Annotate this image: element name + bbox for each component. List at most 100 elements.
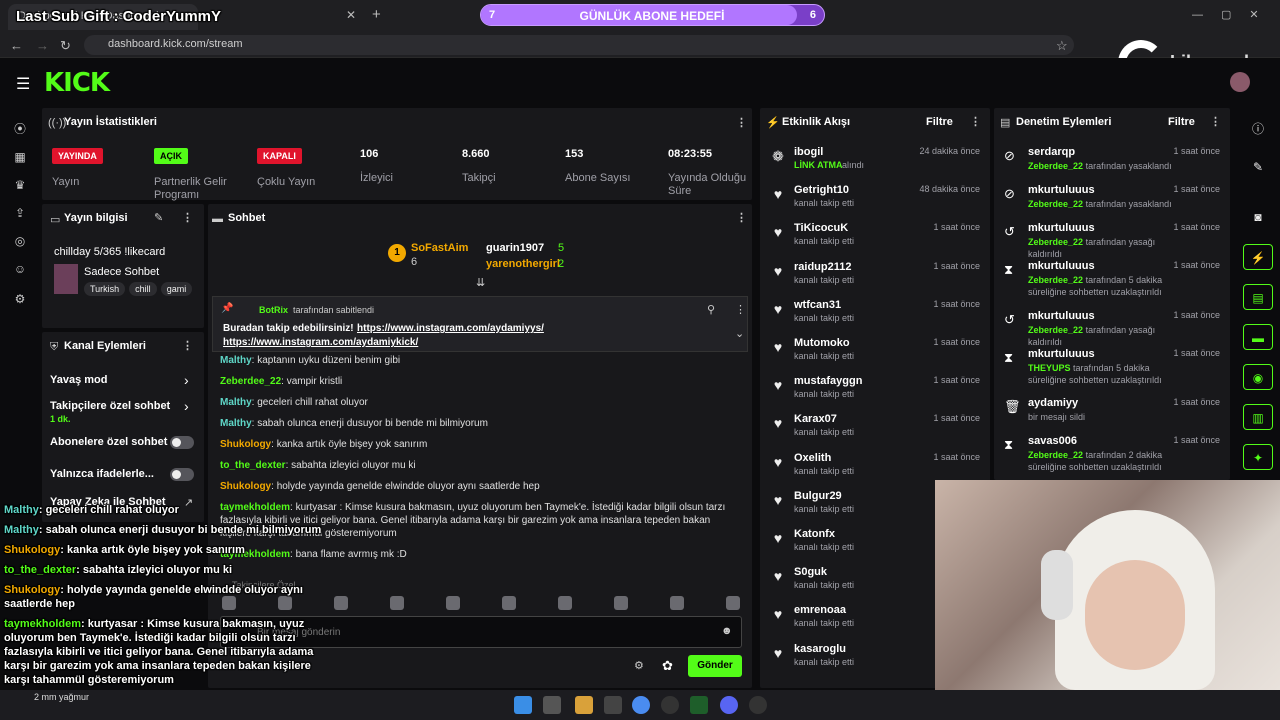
leader-name[interactable]: guarin1907 [486, 242, 544, 254]
chat-username[interactable]: Malthy [220, 418, 252, 429]
activity-username[interactable]: Mutomoko [794, 337, 850, 349]
emote-icon[interactable] [390, 596, 404, 610]
activity-username[interactable]: Getright10 [794, 184, 849, 196]
chat-username[interactable]: Malthy [220, 397, 252, 408]
toggle-switch[interactable] [170, 436, 194, 449]
activity-username[interactable]: Bulgur29 [794, 490, 842, 502]
bookmark-star-icon[interactable]: ☆ [1056, 38, 1068, 54]
notes-icon[interactable]: ▤ [1243, 284, 1273, 310]
moderated-username[interactable]: savas006 [1028, 435, 1077, 447]
hamburger-menu-icon[interactable]: ☰ [16, 74, 30, 94]
target-icon[interactable]: ◎ [12, 234, 28, 250]
new-tab-button[interactable]: + [372, 6, 381, 23]
chat-settings-icon[interactable]: ⚙ [634, 659, 644, 672]
moderated-username[interactable]: mkurtuluuus [1028, 260, 1095, 272]
app3-icon[interactable] [749, 696, 767, 714]
channel-action-label[interactable]: Yalnızca ifadelerle... [50, 468, 154, 480]
tab-close-icon[interactable]: ✕ [346, 8, 356, 22]
pinned-more-icon[interactable]: ⋮ [735, 303, 746, 316]
user-avatar[interactable] [1230, 72, 1250, 92]
activity-username[interactable]: ibogil [794, 146, 823, 158]
trophy-icon[interactable]: ♛ [12, 178, 28, 194]
pinned-link[interactable]: https://www.instagram.com/aydamiyys/ [357, 323, 544, 334]
moderated-username[interactable]: mkurtuluuus [1028, 222, 1095, 234]
moderated-username[interactable]: aydamiyy [1028, 397, 1078, 409]
activity-username[interactable]: mustafayggn [794, 375, 862, 387]
moderator-name[interactable]: Zeberdee_22 [1028, 161, 1083, 171]
start-icon[interactable] [514, 696, 532, 714]
window-controls[interactable]: —▢✕ [1192, 8, 1277, 21]
gift-icon[interactable]: ✿ [662, 658, 673, 674]
chat-username[interactable]: to_the_dexter [220, 460, 286, 471]
stats-more-icon[interactable]: ⋮ [736, 116, 747, 129]
kick-icon[interactable] [690, 696, 708, 714]
activity-username[interactable]: raidup2112 [794, 261, 851, 273]
activity-username[interactable]: Karax07 [794, 413, 837, 425]
chat-bubble-icon[interactable]: ▬ [1243, 324, 1273, 350]
moderator-name[interactable]: THEYUPS [1028, 363, 1071, 373]
pinned-by[interactable]: BotRix [259, 305, 288, 315]
chat-username[interactable]: Shukology [220, 481, 271, 492]
activity-more-icon[interactable]: ⋮ [970, 115, 981, 128]
channel-action-label[interactable]: Yavaş mod [50, 374, 107, 386]
moderator-name[interactable]: Zeberdee_22 [1028, 237, 1083, 247]
chat-username[interactable]: Shukology [220, 439, 271, 450]
quick-bolt-icon[interactable]: ⚡ [1243, 244, 1273, 270]
moderator-name[interactable]: Zeberdee_22 [1028, 450, 1083, 460]
community-icon[interactable]: ☺ [12, 262, 28, 278]
app-icon[interactable] [604, 696, 622, 714]
emote-icon[interactable] [446, 596, 460, 610]
activity-username[interactable]: TiKicocuK [794, 222, 848, 234]
expand-chevron-icon[interactable]: ⌄ [735, 327, 744, 340]
leader-name[interactable]: SoFastAim [411, 242, 468, 254]
moderator-name[interactable]: Zeberdee_22 [1028, 199, 1083, 209]
toggle-switch[interactable] [170, 468, 194, 481]
info-more-icon[interactable]: ⋮ [182, 211, 193, 224]
channel-action-label[interactable]: Takipçilere özel sohbet [50, 400, 170, 412]
activity-username[interactable]: emrenoaa [794, 604, 846, 616]
url-field[interactable]: dashboard.kick.com/stream [84, 35, 1074, 55]
category-name[interactable]: Sadece Sohbet [84, 266, 159, 278]
settings-icon[interactable]: ⚙ [12, 292, 28, 308]
kick-logo[interactable]: KICK [44, 68, 110, 98]
moderation-filter-button[interactable]: Filtre [1168, 116, 1195, 128]
activity-username[interactable]: Oxelith [794, 452, 831, 464]
chrome-icon[interactable] [632, 696, 650, 714]
emote-icon[interactable] [726, 596, 740, 610]
back-icon[interactable]: ← [10, 38, 23, 53]
unpin-icon[interactable]: ⚲ [707, 303, 715, 316]
leader-name[interactable]: yarenothergirl [486, 258, 560, 270]
info-circle-icon[interactable]: ⓘ [1243, 114, 1273, 140]
explorer-icon[interactable] [575, 696, 593, 714]
pinned-link[interactable]: https://www.instagram.com/aydamiykick/ [223, 337, 418, 348]
emote-icon[interactable] [670, 596, 684, 610]
app2-icon[interactable] [661, 696, 679, 714]
emote-icon[interactable] [334, 596, 348, 610]
activity-username[interactable]: Katonfx [794, 528, 835, 540]
forward-icon[interactable]: → [36, 38, 49, 53]
collapse-icon[interactable]: ⇊ [476, 276, 485, 289]
send-button[interactable]: Gönder [688, 655, 742, 677]
activity-username[interactable]: kasaroglu [794, 643, 846, 655]
emoji-icon[interactable]: ☻ [721, 625, 733, 637]
analytics-icon[interactable]: ▦ [12, 150, 28, 166]
tag-chip[interactable]: gami [160, 282, 193, 296]
storage-icon[interactable]: ▥ [1243, 404, 1273, 430]
activity-username[interactable]: wtfcan31 [794, 299, 841, 311]
chevron-right-icon[interactable]: › [184, 372, 189, 388]
chevron-right-icon[interactable]: › [184, 398, 189, 414]
camera-icon[interactable]: ◙ [1243, 204, 1273, 230]
moderated-username[interactable]: mkurtuluuus [1028, 348, 1095, 360]
activity-filter-button[interactable]: Filtre [926, 116, 953, 128]
emote-icon[interactable] [502, 596, 516, 610]
moderated-username[interactable]: mkurtuluuus [1028, 310, 1095, 322]
broadcast-quick-icon[interactable]: ◉ [1243, 364, 1273, 390]
moderated-username[interactable]: mkurtuluuus [1028, 184, 1095, 196]
reload-icon[interactable]: ↻ [60, 38, 71, 54]
moderator-name[interactable]: Zeberdee_22 [1028, 275, 1083, 285]
activity-username[interactable]: S0guk [794, 566, 827, 578]
discord-icon[interactable] [720, 696, 738, 714]
chat-more-icon[interactable]: ⋮ [736, 211, 747, 224]
channel-actions-more-icon[interactable]: ⋮ [182, 339, 193, 352]
taskview-icon[interactable] [543, 696, 561, 714]
